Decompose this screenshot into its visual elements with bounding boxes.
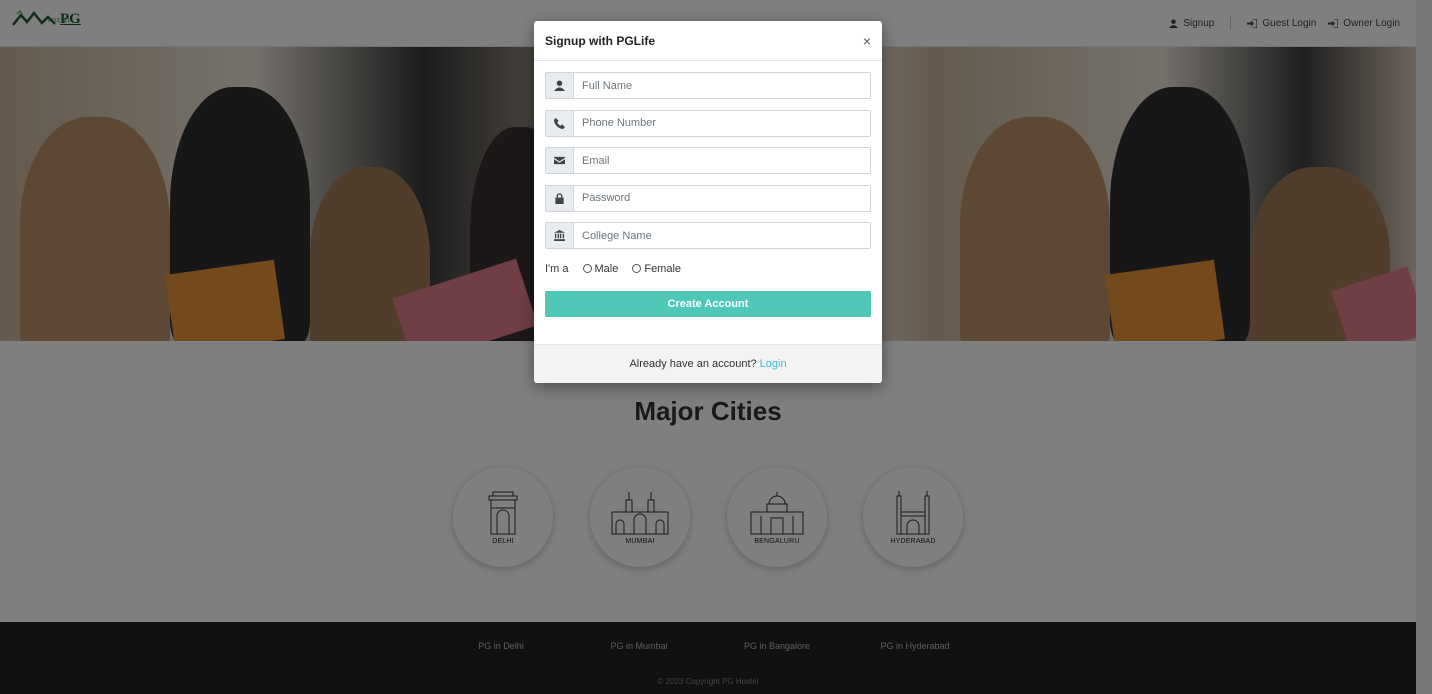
email-field [545, 147, 871, 175]
close-icon[interactable]: × [863, 33, 871, 49]
login-link[interactable]: Login [760, 358, 787, 370]
modal-header: Signup with PGLife × [534, 21, 882, 61]
gender-label: I'm a [545, 262, 569, 275]
envelope-icon [546, 148, 574, 174]
college-field [545, 222, 871, 250]
lock-icon [546, 185, 574, 211]
phone-input[interactable] [574, 110, 870, 136]
radio-circle[interactable] [582, 264, 592, 274]
gender-male-radio[interactable]: Male [582, 262, 619, 275]
full-name-input[interactable] [574, 73, 870, 98]
modal-footer: Already have an account? Login [534, 344, 882, 383]
university-icon [546, 223, 574, 249]
gender-female-label: Female [644, 262, 682, 275]
create-account-button[interactable]: Create Account [545, 290, 871, 317]
college-input[interactable] [574, 223, 870, 249]
signup-modal: Signup with PGLife × Full Name Phone Num… [534, 21, 882, 383]
signup-form: I'm a Male Female Create Account [534, 61, 882, 317]
phone-field [545, 109, 871, 137]
user-icon [546, 73, 574, 98]
email-input[interactable] [574, 148, 870, 174]
modal-title: Signup with PGLife [545, 33, 655, 48]
phone-icon [546, 110, 574, 136]
password-input[interactable] [574, 185, 870, 211]
password-field [545, 184, 871, 212]
already-account-text: Already have an account? [629, 358, 757, 370]
gender-male-label: Male [594, 262, 619, 275]
full-name-field [545, 72, 871, 99]
gender-selector: I'm a Male Female [545, 260, 871, 278]
gender-female-radio[interactable]: Female [632, 263, 681, 275]
radio-circle[interactable] [632, 264, 642, 274]
